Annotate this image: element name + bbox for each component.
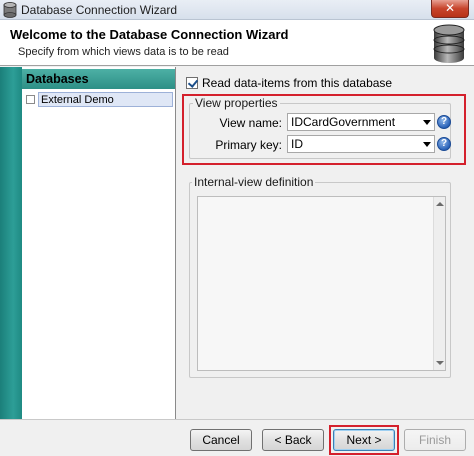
database-item-external-demo[interactable]: External Demo: [26, 92, 173, 107]
chevron-down-icon[interactable]: [423, 142, 431, 147]
primary-key-label: Primary key:: [215, 138, 282, 152]
title-bar: Database Connection Wizard ✕: [0, 0, 474, 20]
read-data-items-row[interactable]: Read data-items from this database: [186, 76, 392, 90]
database-icon: [3, 2, 17, 18]
cancel-button[interactable]: Cancel: [190, 429, 252, 451]
page-title: Welcome to the Database Connection Wizar…: [10, 27, 289, 42]
view-properties-title: View properties: [193, 96, 280, 110]
footer-divider: [0, 419, 474, 420]
database-item-label: External Demo: [38, 92, 173, 107]
scroll-up-icon[interactable]: [436, 202, 444, 206]
close-icon: ✕: [444, 1, 456, 15]
vertical-scrollbar[interactable]: [433, 197, 445, 370]
scroll-down-icon[interactable]: [436, 361, 444, 365]
page-subtitle: Specify from which views data is to be r…: [18, 46, 229, 58]
read-data-items-checkbox[interactable]: [186, 77, 198, 89]
databases-heading: Databases: [22, 69, 175, 89]
internal-view-title: Internal-view definition: [192, 175, 316, 189]
window-title: Database Connection Wizard: [21, 3, 178, 17]
databases-panel: Databases External Demo: [0, 67, 176, 419]
chevron-down-icon[interactable]: [423, 120, 431, 125]
back-button[interactable]: < Back: [262, 429, 324, 451]
wizard-header: Welcome to the Database Connection Wizar…: [0, 20, 474, 66]
database-icon: [433, 24, 465, 63]
primary-key-value: ID: [291, 137, 303, 151]
finish-button[interactable]: Finish: [404, 429, 466, 451]
view-name-label: View name:: [219, 116, 282, 130]
database-item-checkbox[interactable]: [26, 95, 35, 104]
read-data-items-label: Read data-items from this database: [202, 76, 393, 90]
help-icon[interactable]: ?: [437, 137, 451, 151]
view-name-value: IDCardGovernment: [291, 115, 396, 129]
internal-view-textarea[interactable]: [197, 196, 446, 371]
help-icon[interactable]: ?: [437, 115, 451, 129]
sidebar-accent-strip: [0, 67, 22, 419]
next-button[interactable]: Next >: [333, 429, 395, 451]
primary-key-select[interactable]: ID: [287, 135, 435, 153]
view-name-select[interactable]: IDCardGovernment: [287, 113, 435, 131]
close-button[interactable]: ✕: [431, 0, 469, 18]
